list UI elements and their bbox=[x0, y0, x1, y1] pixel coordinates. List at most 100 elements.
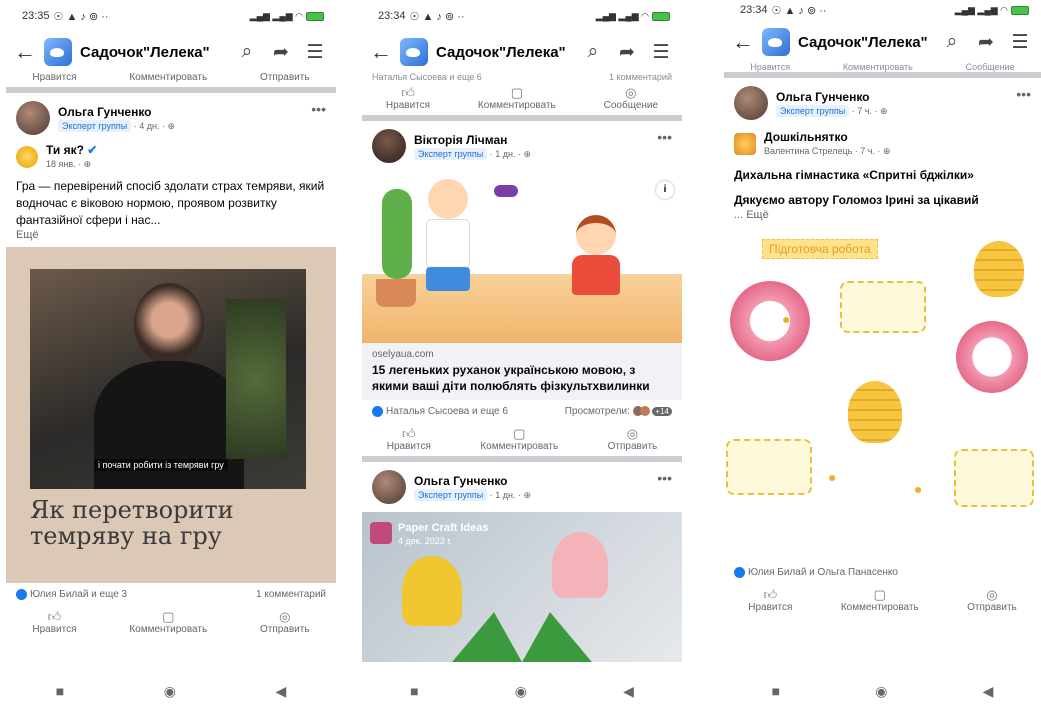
like-reaction-icon bbox=[16, 589, 27, 600]
shared-page-name[interactable]: Дошкільнятко bbox=[764, 130, 891, 144]
info-icon[interactable]: i bbox=[656, 181, 674, 199]
comment-button[interactable]: ▢ Комментировать bbox=[480, 427, 558, 453]
faint-like[interactable]: Нравится bbox=[750, 62, 790, 72]
menu-icon[interactable]: ☰ bbox=[1007, 31, 1033, 54]
link-host: oselyaua.com bbox=[372, 349, 434, 360]
message-button[interactable]: ◎ Сообщение bbox=[604, 85, 658, 112]
like-button[interactable]: Нравится bbox=[32, 72, 76, 83]
comment-button[interactable]: ▢ Комментировать bbox=[841, 587, 919, 614]
back-arrow-icon[interactable]: ← bbox=[14, 39, 36, 65]
group-title[interactable]: Садочок"Лелека" bbox=[436, 44, 572, 61]
faint-message[interactable]: Сообщение bbox=[966, 62, 1015, 72]
home-icon[interactable]: ◉ bbox=[164, 683, 176, 700]
link-image[interactable]: i bbox=[362, 171, 682, 343]
recents-icon[interactable]: ■ bbox=[56, 683, 64, 699]
share-icon[interactable]: ➦ bbox=[973, 31, 999, 54]
avatar[interactable] bbox=[372, 470, 406, 505]
avatar[interactable] bbox=[16, 101, 50, 135]
reactions-text[interactable]: Наталья Сысоева и еще 6 bbox=[386, 406, 508, 417]
home-icon[interactable]: ◉ bbox=[875, 683, 887, 700]
action-row: Нравится Комментировать Отправить bbox=[6, 72, 336, 87]
back-icon[interactable]: ◀ bbox=[983, 683, 994, 700]
recents-icon[interactable]: ■ bbox=[410, 683, 418, 699]
reactions-row: Юлия Билай и Ольга Панасенко bbox=[724, 561, 1041, 584]
author-name[interactable]: Ольга Гунченко bbox=[414, 474, 531, 488]
share-icon[interactable]: ➦ bbox=[268, 41, 294, 64]
signal-icon: ▂▄▆ ▂▄▆ ◠ bbox=[595, 10, 649, 21]
post-header: Ольга Гунченко Эксперт группы · 7 ч. · ⊕… bbox=[724, 78, 1041, 124]
like-button[interactable]: 👍︎ Нравится bbox=[32, 610, 76, 636]
boy-head bbox=[428, 179, 468, 219]
group-avatar[interactable] bbox=[400, 38, 428, 66]
comment-button[interactable]: ▢ Комментировать bbox=[478, 85, 556, 112]
messenger-icon: ◎ bbox=[625, 85, 637, 100]
globe-icon: ⊕ bbox=[883, 146, 891, 156]
comment-button[interactable]: ▢ Комментировать bbox=[129, 610, 207, 636]
like-button[interactable]: 👍︎ Нравится bbox=[748, 587, 792, 614]
link-preview[interactable]: oselyaua.com 15 легеньких руханок україн… bbox=[362, 343, 682, 400]
menu-icon[interactable]: ☰ bbox=[302, 41, 328, 64]
globe-icon: ⊕ bbox=[523, 148, 532, 159]
shared-page-name[interactable]: Ти як? bbox=[46, 143, 84, 157]
action-row: 👍︎ Нравится ▢ Комментировать ◎ Сообщение bbox=[362, 82, 682, 115]
see-more-link[interactable]: Ещё bbox=[6, 229, 336, 241]
reactions-text[interactable]: Юлия Билай и еще 3 bbox=[30, 589, 127, 600]
views-label[interactable]: Просмотрели: bbox=[565, 406, 630, 417]
text-box-shape bbox=[726, 439, 812, 495]
post-image[interactable]: Підготовча робота ● ● ● bbox=[724, 231, 1041, 561]
post-image[interactable]: і почати робити із темряви гру Як перетв… bbox=[6, 247, 336, 583]
back-arrow-icon[interactable]: ← bbox=[732, 29, 754, 55]
reactions-text[interactable]: Юлия Билай и Ольга Панасенко bbox=[748, 567, 898, 578]
like-button[interactable]: 👍︎ Нравится bbox=[386, 86, 430, 112]
messenger-icon: ◎ bbox=[626, 426, 639, 442]
group-title[interactable]: Садочок"Лелека" bbox=[80, 44, 226, 61]
yellow-tulip bbox=[402, 556, 462, 627]
more-options-icon[interactable]: ••• bbox=[657, 470, 672, 486]
search-icon[interactable]: ⌕ bbox=[939, 31, 965, 53]
author-name[interactable]: Ольга Гунченко bbox=[776, 90, 887, 104]
expert-badge: Эксперт группы bbox=[414, 488, 488, 501]
author-name[interactable]: Вікторія Лічман bbox=[414, 133, 531, 147]
video-preview[interactable]: Paper Craft Ideas 4 дек. 2023 г. bbox=[362, 512, 682, 663]
menu-icon[interactable]: ☰ bbox=[648, 41, 674, 64]
comment-icon: ▢ bbox=[873, 587, 886, 603]
more-options-icon[interactable]: ••• bbox=[657, 129, 672, 145]
like-button[interactable]: 👍︎ Нравится bbox=[387, 427, 431, 453]
faint-comment[interactable]: Комментировать bbox=[843, 62, 913, 72]
home-icon[interactable]: ◉ bbox=[515, 683, 527, 700]
back-icon[interactable]: ◀ bbox=[623, 683, 634, 700]
author-name[interactable]: Ольга Гунченко bbox=[58, 105, 175, 119]
search-icon[interactable]: ⌕ bbox=[234, 41, 260, 63]
send-button[interactable]: ◎ Отправить bbox=[967, 588, 1017, 614]
group-title[interactable]: Садочок"Лелека" bbox=[798, 34, 931, 51]
comment-button[interactable]: Комментировать bbox=[129, 72, 207, 83]
text-box-shape bbox=[954, 449, 1034, 507]
send-button[interactable]: ◎ Отправить bbox=[260, 610, 310, 636]
shared-author[interactable]: Валентина Стрелець bbox=[764, 146, 852, 156]
recents-icon[interactable]: ■ bbox=[772, 683, 780, 699]
action-row: 👍︎ Нравится ▢ Комментировать ◎ Отправить bbox=[6, 606, 336, 639]
share-icon[interactable]: ➦ bbox=[614, 41, 640, 64]
group-avatar[interactable] bbox=[44, 38, 72, 66]
system-nav-bar: ■ ◉ ◀ bbox=[724, 678, 1041, 704]
send-button[interactable]: Отправить bbox=[260, 72, 310, 83]
signal-icon: ▂▄▆ ▂▄▆ ◠ bbox=[954, 4, 1008, 15]
send-button[interactable]: ◎ Отправить bbox=[608, 426, 658, 453]
avatar[interactable] bbox=[734, 86, 768, 120]
thumbs-up-icon: 👍︎ bbox=[763, 587, 778, 603]
notification-icons: ☉ ▲ ♪ ⊚ ·· bbox=[53, 10, 109, 23]
shared-avatar[interactable] bbox=[16, 145, 38, 168]
comments-count[interactable]: 1 комментарий bbox=[256, 589, 326, 600]
comment-icon: ▢ bbox=[510, 85, 523, 100]
see-more-link[interactable]: ... Ещё bbox=[724, 209, 1041, 221]
shared-page-avatar[interactable] bbox=[734, 132, 756, 155]
search-icon[interactable]: ⌕ bbox=[580, 41, 606, 63]
more-options-icon[interactable]: ••• bbox=[1016, 86, 1031, 102]
flower-shape bbox=[956, 321, 1028, 393]
more-options-icon[interactable]: ••• bbox=[311, 101, 326, 117]
back-icon[interactable]: ◀ bbox=[275, 683, 286, 700]
back-arrow-icon[interactable]: ← bbox=[370, 39, 392, 65]
notification-icons: ☉ ▲ ♪ ⊚ ·· bbox=[771, 4, 827, 17]
group-avatar[interactable] bbox=[762, 28, 790, 56]
avatar[interactable] bbox=[372, 129, 406, 163]
